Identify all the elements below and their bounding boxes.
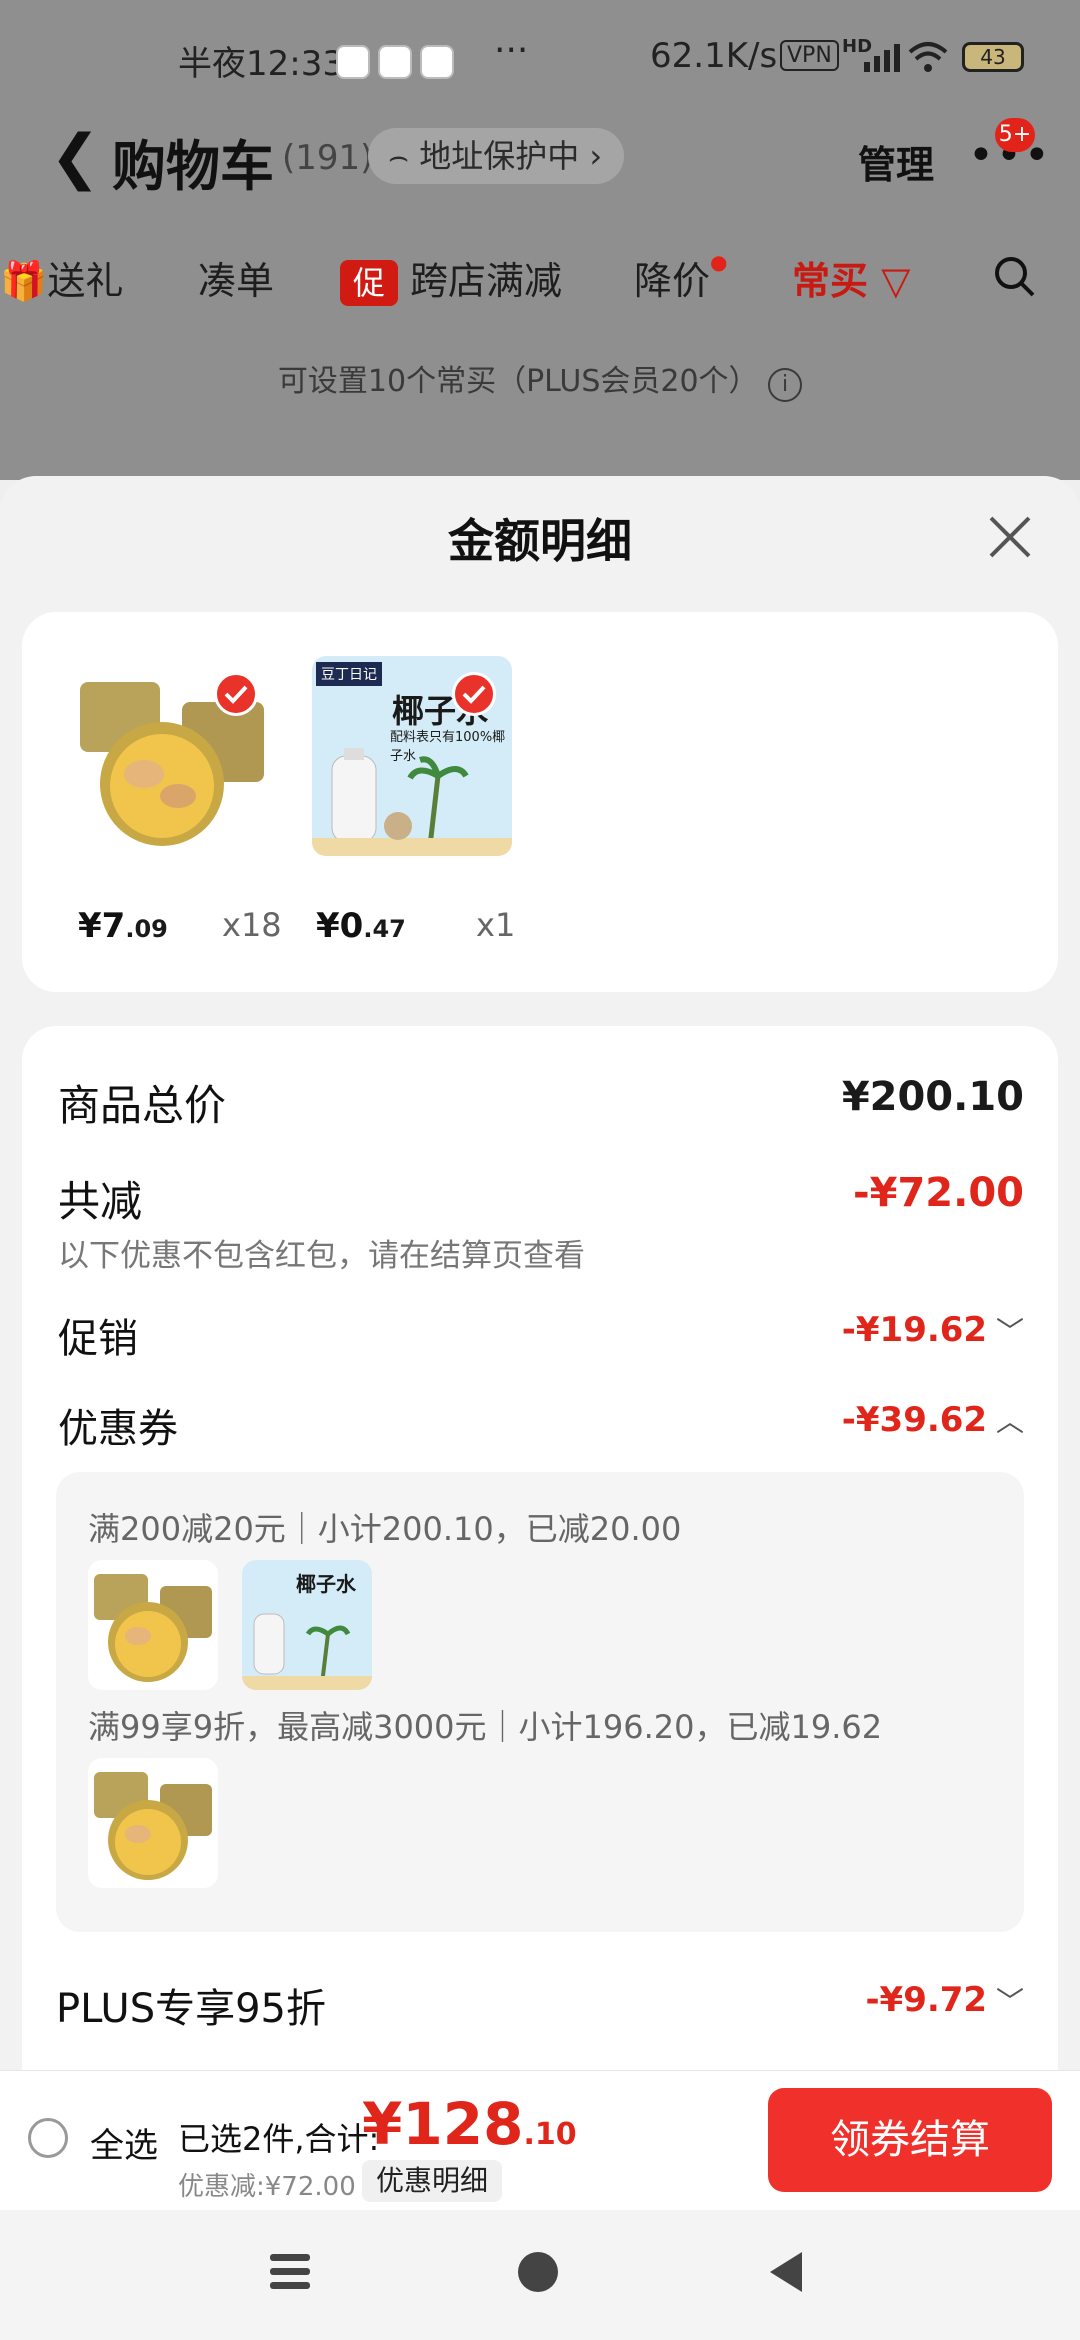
chevron-right-icon: › xyxy=(579,137,603,175)
promo-label: 促销 xyxy=(58,1316,138,1362)
more-notifications-icon: ··· xyxy=(494,30,529,71)
home-icon[interactable] xyxy=(516,2250,560,2294)
close-icon[interactable] xyxy=(985,512,1035,562)
product-price-1-int: ¥7 xyxy=(78,906,126,946)
wifi-icon xyxy=(908,42,948,72)
cart-count: (191) xyxy=(282,138,374,178)
checked-icon xyxy=(214,672,258,716)
app-notification-icon xyxy=(336,44,370,79)
grand-total: ¥128.10 xyxy=(362,2090,577,2158)
menu-icon[interactable] xyxy=(268,2252,312,2292)
reduce-value: -¥72.00 xyxy=(853,1170,1024,1216)
plus-label: PLUS专享95折 xyxy=(56,1986,326,2032)
frequent-hint-text: 可设置10个常买（PLUS会员20个） xyxy=(277,364,759,399)
chevron-down-icon: ﹀ xyxy=(987,1985,1024,2018)
grand-total-int: ¥128 xyxy=(362,2090,524,2158)
coupon-rule-1: 满200减20元｜小计200.10，已减20.00 xyxy=(88,1510,682,1548)
chevron-up-icon: ︿ xyxy=(987,1405,1024,1438)
sheet-title: 金额明细 xyxy=(448,514,632,568)
info-icon[interactable]: i xyxy=(768,368,803,402)
checked-icon xyxy=(452,672,496,716)
message-badge: 5+ xyxy=(995,118,1035,152)
tab-gift-label: 送礼 xyxy=(47,259,124,303)
notification-icons xyxy=(336,40,462,80)
coupon-rule-2: 满99享9折，最高减3000元｜小计196.20，已减19.62 xyxy=(88,1708,883,1746)
discount-detail-button[interactable]: 优惠明细 xyxy=(362,2160,503,2202)
search-icon[interactable] xyxy=(992,254,1036,298)
selected-summary: 已选2件,合计: xyxy=(178,2120,380,2158)
coupon-value: -¥39.62 xyxy=(841,1400,988,1440)
product-price-2-int: ¥0 xyxy=(316,906,364,946)
cat-notification-icon xyxy=(420,44,454,79)
status-time: 半夜12:33 xyxy=(178,44,344,84)
plus-row-toggle[interactable]: -¥9.72 ﹀ xyxy=(865,1980,1024,2020)
address-pill-label: 地址保护中 xyxy=(419,137,580,175)
promo-badge: 促 xyxy=(340,260,398,306)
tab-frequent-label: 常买 xyxy=(792,259,869,303)
back-nav-icon[interactable] xyxy=(766,2250,806,2294)
note-notification-icon xyxy=(378,44,412,79)
tab-frequent[interactable]: 常买 ▽ xyxy=(792,250,910,305)
status-bar: 半夜12:33 ··· 62.1K/s VPN HD 43 xyxy=(0,0,1080,115)
plus-value: -¥9.72 xyxy=(865,1980,988,2020)
total-label: 商品总价 xyxy=(58,1081,227,1130)
tab-price-drop-label: 降价 xyxy=(634,259,711,303)
checkout-button[interactable]: 领券结算 xyxy=(768,2088,1052,2192)
brand-label: 豆丁日记 xyxy=(316,662,382,686)
total-value: ¥200.10 xyxy=(841,1074,1024,1120)
select-all-label[interactable]: 全选 xyxy=(90,2118,158,2167)
filter-tabs: 🎁送礼 凑单 促跨店满减 降价● 常买 ▽ xyxy=(0,250,1080,320)
soup-thumb xyxy=(88,1560,218,1690)
discount-summary: 优惠减:¥72.00 xyxy=(178,2172,356,2202)
filter-icon: ▽ xyxy=(881,259,911,303)
grand-total-dec: .10 xyxy=(523,2117,577,2152)
red-dot: ● xyxy=(710,250,728,274)
coupon-row-toggle[interactable]: -¥39.62 ︿ xyxy=(842,1400,1024,1440)
product-price-1: ¥7.09 xyxy=(78,906,168,946)
soup-thumb xyxy=(88,1758,218,1888)
tab-cross-store-label: 跨店满减 xyxy=(410,259,563,303)
coconut-bottle-graphic xyxy=(312,748,512,856)
reduce-label: 共减 xyxy=(58,1177,143,1226)
net-speed: 62.1K/s xyxy=(650,36,778,76)
promo-row-toggle[interactable]: -¥19.62 ﹀ xyxy=(842,1310,1024,1350)
shield-icon: ⌢ xyxy=(388,137,420,175)
product-price-1-dec: .09 xyxy=(125,915,168,943)
battery-icon: 43 xyxy=(962,42,1024,72)
tab-bundle[interactable]: 凑单 xyxy=(198,250,274,305)
back-icon[interactable]: ❮ xyxy=(50,122,100,192)
cell-signal-icon xyxy=(864,44,900,72)
promo-value: -¥19.62 xyxy=(841,1310,988,1350)
product-price-2-dec: .47 xyxy=(363,915,406,943)
tab-cross-store[interactable]: 促跨店满减 xyxy=(340,250,562,306)
chevron-down-icon: ﹀ xyxy=(987,1315,1024,1348)
vpn-icon: VPN xyxy=(780,40,839,71)
tab-price-drop[interactable]: 降价● xyxy=(634,250,727,305)
frequent-hint: 可设置10个常买（PLUS会员20个） i xyxy=(0,356,1080,402)
coupon-label: 优惠券 xyxy=(58,1406,178,1452)
product-qty-1: x18 xyxy=(222,906,282,944)
product-price-2: ¥0.47 xyxy=(316,906,406,946)
system-nav-bar xyxy=(0,2210,1080,2340)
reduce-note: 以下优惠不包含红包，请在结算页查看 xyxy=(58,1238,585,1274)
page-title: 购物车 xyxy=(112,135,274,198)
product-qty-2: x1 xyxy=(476,906,516,944)
coconut-thumb: 椰子水 xyxy=(242,1560,372,1690)
coconut-thumb-title: 椰子水 xyxy=(296,1572,356,1596)
gift-icon: 🎁 xyxy=(0,259,48,303)
address-protection-pill[interactable]: ⌢ 地址保护中 › xyxy=(368,128,625,184)
manage-button[interactable]: 管理 xyxy=(858,134,934,189)
tab-gift[interactable]: 🎁送礼 xyxy=(0,250,123,305)
select-all-radio[interactable] xyxy=(28,2118,68,2158)
